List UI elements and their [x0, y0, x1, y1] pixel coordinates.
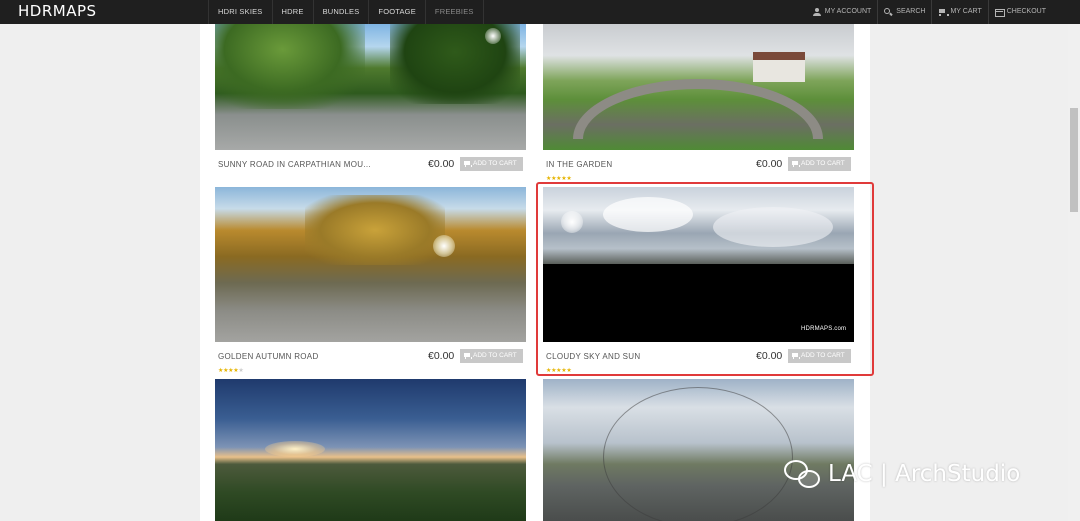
product-card [543, 379, 854, 521]
site-logo[interactable]: HDRMAPS [18, 2, 97, 20]
search-icon [884, 8, 892, 16]
cart-icon [464, 353, 472, 359]
add-to-cart-label: ADD TO CART [801, 160, 845, 167]
add-to-cart-button[interactable]: ADD TO CART [460, 157, 523, 171]
product-thumbnail[interactable] [215, 379, 526, 521]
product-card: GOLDEN AUTUMN ROAD €0.00 ADD TO CART ★★★… [215, 187, 526, 374]
product-title[interactable]: GOLDEN AUTUMN ROAD [218, 352, 319, 361]
tree-graphic [215, 24, 365, 109]
credit-card-icon [994, 8, 1005, 17]
product-title[interactable]: IN THE GARDEN [546, 160, 612, 169]
sun-graphic [485, 28, 501, 44]
scrollbar-thumb[interactable] [1070, 108, 1078, 212]
overlay-watermark: LAC | ArchStudio [784, 456, 1020, 492]
nav-item-footage[interactable]: FOOTAGE [368, 0, 425, 24]
sunset-glow-graphic [265, 441, 325, 457]
add-to-cart-button[interactable]: ADD TO CART [460, 349, 523, 363]
product-thumbnail[interactable] [543, 379, 854, 521]
main-nav: HDRI SKIES HDRE BUNDLES FOOTAGE FREEBIES [208, 0, 484, 24]
nav-item-hdri-skies[interactable]: HDRI SKIES [208, 0, 272, 24]
house-graphic [753, 52, 805, 82]
product-price: €0.00 [428, 158, 455, 170]
my-cart-link[interactable]: MY CART [931, 0, 987, 24]
wechat-icon [784, 458, 824, 490]
product-card [215, 379, 526, 521]
add-to-cart-label: ADD TO CART [473, 160, 517, 167]
my-account-label: MY ACCOUNT [824, 8, 872, 15]
product-thumbnail[interactable] [543, 24, 854, 150]
product-title[interactable]: SUNNY ROAD IN CARPATHIAN MOU... [218, 160, 371, 169]
overlay-text: LAC | ArchStudio [828, 461, 1021, 487]
product-card: IN THE GARDEN €0.00 ADD TO CART ★★★★★ [543, 24, 854, 182]
my-account-link[interactable]: MY ACCOUNT [807, 0, 878, 24]
product-thumbnail[interactable] [215, 187, 526, 342]
user-icon [812, 8, 821, 16]
product-price: €0.00 [756, 158, 783, 170]
search-link[interactable]: SEARCH [877, 0, 931, 24]
cart-icon [938, 8, 950, 16]
nav-item-bundles[interactable]: BUNDLES [312, 0, 369, 24]
checkout-label: CHECKOUT [1006, 8, 1046, 15]
top-nav-bar: HDRMAPS HDRI SKIES HDRE BUNDLES FOOTAGE … [0, 0, 1080, 24]
cart-icon [464, 161, 472, 167]
sun-graphic [433, 235, 455, 257]
path-graphic [573, 79, 823, 139]
cart-icon [792, 161, 800, 167]
product-card: SUNNY ROAD IN CARPATHIAN MOU... €0.00 AD… [215, 24, 526, 171]
product-price: €0.00 [428, 350, 455, 362]
product-thumbnail[interactable] [215, 24, 526, 150]
add-to-cart-label: ADD TO CART [473, 352, 517, 359]
search-label: SEARCH [896, 8, 926, 15]
nav-item-freebies[interactable]: FREEBIES [424, 0, 484, 24]
panorama-arc-graphic [603, 387, 793, 521]
scrollbar-track[interactable] [1068, 24, 1080, 521]
rating-stars: ★★★★★ [546, 176, 572, 182]
rating-stars: ★★★★★ [218, 368, 244, 374]
my-cart-label: MY CART [950, 8, 982, 15]
foliage-graphic [305, 195, 445, 265]
selection-highlight [536, 182, 874, 376]
checkout-link[interactable]: CHECKOUT [987, 0, 1052, 24]
add-to-cart-button[interactable]: ADD TO CART [788, 157, 851, 171]
nav-item-hdre[interactable]: HDRE [271, 0, 313, 24]
account-nav: MY ACCOUNT SEARCH MY CART CHECKOUT [807, 0, 1052, 24]
